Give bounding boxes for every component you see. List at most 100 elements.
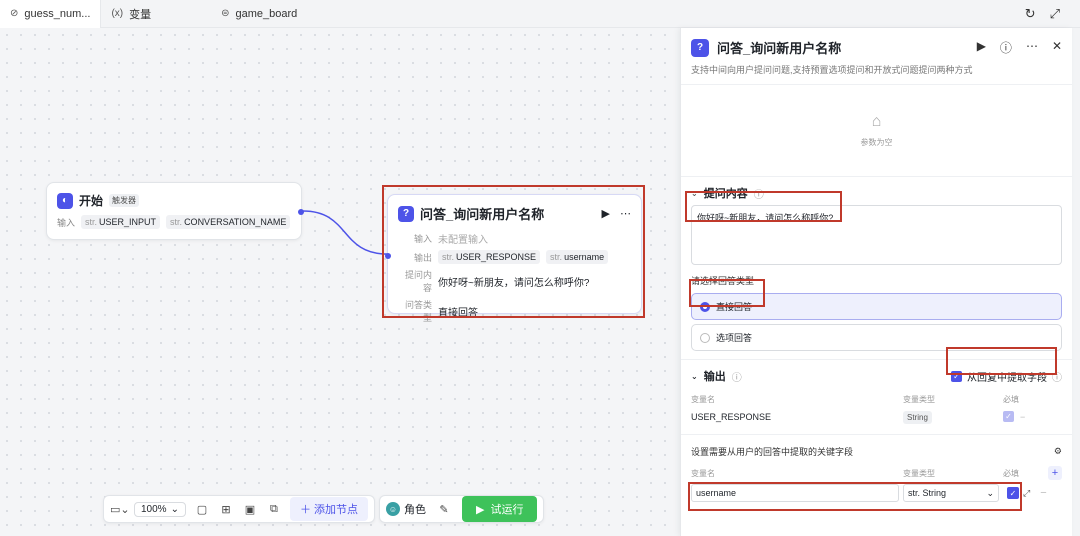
extract-table-header: 变量名 变量类型 必填 + bbox=[681, 462, 1072, 482]
copy-icon[interactable]: ⧉ bbox=[266, 503, 282, 516]
variable-icon: (x) bbox=[111, 8, 124, 19]
radio-direct-answer[interactable]: 直接回答 bbox=[691, 293, 1062, 320]
input-port[interactable] bbox=[385, 253, 391, 259]
play-icon[interactable]: ▶ bbox=[977, 39, 986, 56]
info-icon: ⓘ bbox=[1052, 372, 1062, 384]
remove-icon: − bbox=[1020, 411, 1026, 422]
extract-toggle[interactable]: ✓ 从回复中提取字段 ⓘ bbox=[951, 369, 1062, 384]
remove-icon[interactable]: − bbox=[1040, 487, 1046, 499]
panel-title: 问答_询问新用户名称 bbox=[717, 41, 842, 56]
chevron-down-icon: ⌄ bbox=[691, 371, 698, 381]
start-node-title: 开始 bbox=[79, 194, 104, 208]
chevron-down-icon: ⌄ bbox=[986, 487, 994, 498]
qa-input-row: 输入 未配置输入 bbox=[388, 229, 641, 248]
top-actions: ↻ ⤢ bbox=[1025, 6, 1080, 22]
output-title[interactable]: ⌄ 输出 ⓘ bbox=[691, 368, 951, 384]
add-field-button[interactable]: + bbox=[1048, 466, 1062, 480]
radio-icon bbox=[700, 332, 710, 343]
tab-game-board[interactable]: ⊜ game_board bbox=[211, 0, 307, 28]
info-icon: ⓘ bbox=[753, 189, 764, 201]
qa-node-header: ? 问答_询问新用户名称 ▶ ⋯ bbox=[388, 195, 641, 229]
field-name-input[interactable]: username bbox=[691, 484, 899, 502]
radio-icon bbox=[700, 301, 710, 312]
trigger-tag: 触发器 bbox=[109, 194, 140, 207]
tab-guess-number[interactable]: ⊘ guess_num... bbox=[0, 0, 102, 28]
more-icon[interactable]: ⋯ bbox=[1026, 39, 1038, 56]
start-node[interactable]: ◐ 开始 触发器 输入 str. USER_INPUT str. CONVERSAT… bbox=[46, 182, 304, 240]
required-checkbox[interactable]: ✓ bbox=[1007, 487, 1019, 499]
tab-bar: ⊘ guess_num... (x) 变量 ⊜ game_board ↻ ⤢ bbox=[0, 0, 1080, 28]
tab-variables[interactable]: (x) 变量 bbox=[101, 0, 161, 28]
panel-actions: ▶ ⓘ ⋯ ✕ bbox=[977, 39, 1062, 56]
table-row: USER_RESPONSE String ✓ − bbox=[691, 410, 1026, 424]
play-icon[interactable]: ▶ bbox=[602, 207, 610, 220]
tab-label: guess_num... bbox=[24, 7, 91, 20]
layout-icon[interactable]: ⊞ bbox=[218, 503, 234, 516]
qa-prompt-row: 提问内容 你好呀~新朋友，请问怎么称呼你? bbox=[404, 270, 590, 293]
chevron-down-icon: ⌄ bbox=[170, 503, 179, 515]
avatar-icon: ☺ bbox=[386, 502, 400, 516]
start-icon: ◐ bbox=[57, 192, 73, 209]
answer-type-label: 请选择回答类型 bbox=[691, 276, 755, 286]
workflow-canvas[interactable]: ◐ 开始 触发器 输入 str. USER_INPUT str. CONVERSAT… bbox=[0, 28, 678, 536]
start-node-header: ◐ 开始 触发器 bbox=[47, 183, 301, 215]
connection-edge[interactable] bbox=[302, 210, 388, 255]
extract-field-row: username str. String ⌄ ✓ ⤢ − bbox=[681, 482, 1072, 504]
play-icon: ▶ bbox=[476, 503, 485, 516]
qa-answer-type-row: 问答类型 直接回答 bbox=[404, 300, 478, 323]
help-icon[interactable]: ⓘ bbox=[1000, 39, 1012, 56]
empty-box-icon: ⌂ bbox=[871, 113, 882, 130]
prompt-value: 你好呀~新朋友，请问怎么称呼你? bbox=[438, 277, 590, 289]
qa-node-title: 问答_询问新用户名称 bbox=[420, 207, 545, 222]
add-node-button[interactable]: ＋ 添加节点 bbox=[289, 497, 369, 521]
qa-output-row: 输出 str. USER_RESPONSE str. username bbox=[388, 248, 641, 266]
brush-icon[interactable]: ✎ bbox=[436, 503, 452, 516]
chevron-down-icon: ⌄ bbox=[691, 188, 698, 198]
output-port[interactable] bbox=[298, 209, 304, 215]
extract-section-header: 设置需要从用户的回答中提取的关键字段 ⚙ bbox=[681, 434, 1072, 462]
minimap-icon[interactable]: ▭⌄ bbox=[110, 503, 130, 516]
qa-node[interactable]: ? 问答_询问新用户名称 ▶ ⋯ 输入 未配置输入 输出 str. USER_RE… bbox=[385, 194, 642, 323]
canvas-toolbar: ▭⌄ 100% ⌄ ▢ ⊞ ▣ ⧉ ＋ 添加节点 bbox=[103, 495, 376, 523]
database-icon: ⊜ bbox=[221, 8, 230, 19]
prompt-textarea[interactable]: 你好呀~新朋友，请问怎么称呼你? bbox=[691, 205, 1062, 265]
question-icon: ? bbox=[691, 38, 709, 57]
test-run-button[interactable]: ▶ 试运行 bbox=[462, 496, 538, 522]
expand-icon[interactable]: ⤢ bbox=[1023, 488, 1030, 499]
more-icon[interactable]: ⋯ bbox=[620, 207, 631, 220]
radio-option-answer[interactable]: 选项回答 bbox=[691, 324, 1062, 351]
required-checkbox: ✓ bbox=[1003, 411, 1014, 422]
question-icon: ? bbox=[398, 205, 414, 222]
start-inputs: 输入 str. USER_INPUT str. CONVERSATION_NAME bbox=[47, 215, 301, 229]
expand-icon[interactable]: ⤢ bbox=[1050, 6, 1060, 22]
role-button[interactable]: ☺ 角色 bbox=[386, 501, 426, 517]
field-type-select[interactable]: str. String ⌄ bbox=[903, 484, 999, 502]
settings-icon[interactable]: ⚙ bbox=[1054, 446, 1062, 457]
output-table-header: 变量名 变量类型 必填 bbox=[691, 395, 1019, 404]
comment-icon[interactable]: ▢ bbox=[194, 503, 210, 516]
panel-description: 支持中间向用户提问问题,支持预置选项提问和开放式问题提问两种方式 bbox=[681, 61, 1072, 85]
checkbox-checked-icon: ✓ bbox=[951, 370, 962, 382]
zoom-select[interactable]: 100% ⌄ bbox=[134, 501, 186, 517]
output-section-header: ⌄ 输出 ⓘ ✓ 从回复中提取字段 ⓘ bbox=[681, 360, 1072, 388]
answer-type-value: 直接回答 bbox=[438, 307, 478, 319]
panel-header: ? 问答_询问新用户名称 ▶ ⓘ ⋯ ✕ bbox=[681, 28, 1072, 61]
variable-chip: str. username bbox=[546, 250, 609, 264]
workflow-icon: ⊘ bbox=[10, 8, 19, 19]
variable-chip: str. USER_INPUT bbox=[81, 215, 161, 229]
run-toolbar: ☺ 角色 ✎ ▶ 试运行 bbox=[379, 495, 545, 523]
empty-params: ⌂ 参数为空 bbox=[681, 85, 1072, 177]
qa-node-actions: ▶ ⋯ bbox=[602, 207, 631, 220]
variable-chip: str. USER_RESPONSE bbox=[438, 250, 541, 264]
prompt-section-title[interactable]: ⌄ 提问内容 ⓘ bbox=[681, 177, 1072, 205]
refresh-icon[interactable]: ↻ bbox=[1025, 6, 1036, 22]
close-icon[interactable]: ✕ bbox=[1052, 39, 1062, 56]
variable-chip: str. CONVERSATION_NAME bbox=[166, 215, 291, 229]
image-icon[interactable]: ▣ bbox=[242, 503, 258, 516]
tab-label: 变量 bbox=[129, 8, 152, 21]
input-label: 输入 bbox=[57, 217, 76, 228]
tab-label: game_board bbox=[235, 7, 298, 20]
input-value: 未配置输入 bbox=[438, 235, 488, 246]
node-config-panel: ? 问答_询问新用户名称 ▶ ⓘ ⋯ ✕ 支持中间向用户提问问题,支持预置选项提… bbox=[680, 28, 1072, 536]
info-icon: ⓘ bbox=[731, 372, 742, 384]
